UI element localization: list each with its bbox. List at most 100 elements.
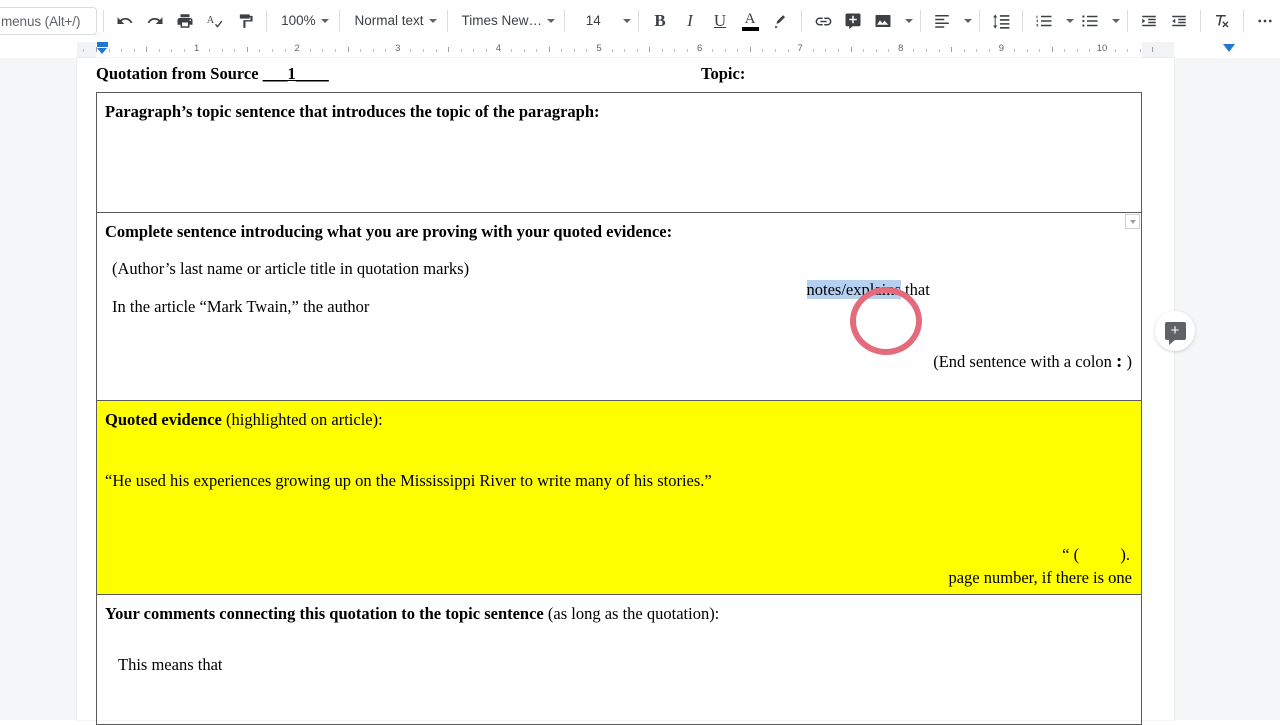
ruler[interactable]: 1 2 3 4 5 6 7 8 9 10 [0, 42, 1280, 58]
quoted-evidence-cell[interactable]: Quoted evidence (highlighted on article)… [96, 400, 1142, 595]
paint-format-button[interactable] [230, 6, 260, 36]
numbered-list-icon[interactable] [1029, 6, 1059, 36]
line-spacing-icon[interactable] [986, 6, 1016, 36]
intro-sentence-hint: (Author’s last name or article title in … [112, 259, 470, 279]
ruler-tick [787, 49, 789, 52]
more-options-icon[interactable] [1250, 6, 1280, 36]
quoted-evidence-heading: Quoted evidence (highlighted on article)… [105, 409, 1133, 430]
ruler-number: 7 [797, 43, 803, 54]
ruler-number: 3 [395, 43, 401, 54]
comments-heading-rest: (as long as the quotation): [543, 604, 720, 623]
ruler-tick [473, 49, 475, 52]
worksheet-table: Paragraph’s topic sentence that introduc… [96, 92, 1142, 725]
ruler-tick [158, 49, 160, 52]
selected-text[interactable]: notes/explains [806, 280, 901, 299]
add-comment-button[interactable]: + [1155, 311, 1195, 351]
intro-sentence-heading: Complete sentence introducing what you a… [105, 222, 673, 241]
font-family-value: Times New… [461, 13, 543, 29]
document-header-line: Quotation from Source ___1____ Topic: [96, 58, 1154, 90]
end-sentence-suffix: ) [1122, 352, 1133, 371]
comments-heading: Your comments connecting this quotation … [105, 603, 1133, 624]
text-color-button[interactable]: A [735, 6, 765, 36]
ruler-tick [1114, 49, 1116, 52]
toolbar-divider [1127, 10, 1128, 32]
toolbar-divider [638, 10, 639, 32]
ruler-number: 6 [696, 43, 703, 54]
table-cell-options-button[interactable] [1125, 214, 1140, 229]
ruler-tick [272, 49, 274, 52]
zoom-value: 100% [281, 13, 316, 29]
ruler-number: 9 [998, 43, 1005, 54]
ruler-tick [523, 49, 525, 52]
insert-image-icon[interactable] [868, 6, 898, 36]
ruler-tick [573, 49, 575, 52]
end-sentence-prefix: (End sentence with a colon [933, 352, 1117, 371]
ruler-tick [561, 49, 563, 52]
ruler-tick [850, 47, 852, 52]
ruler-tick [988, 49, 990, 52]
add-comment-icon[interactable] [838, 6, 868, 36]
ruler-tick [133, 49, 135, 52]
left-indent-marker[interactable] [97, 42, 108, 57]
right-indent-marker[interactable] [1223, 44, 1235, 52]
spell-check-button[interactable]: A [200, 6, 230, 36]
ruler-tick [636, 49, 638, 52]
redo-button[interactable] [140, 6, 170, 36]
decrease-indent-icon[interactable] [1134, 6, 1164, 36]
ruler-tick [938, 49, 940, 52]
intro-sentence-cell[interactable]: Complete sentence introducing what you a… [96, 212, 1142, 401]
zoom-select[interactable]: 100% [273, 7, 333, 35]
print-button[interactable] [170, 6, 200, 36]
ruler-number: 2 [294, 43, 300, 54]
ruler-tick [749, 47, 751, 52]
align-icon[interactable] [927, 6, 957, 36]
undo-button[interactable] [110, 6, 140, 36]
ruler-tick [322, 49, 324, 52]
ruler-tick [209, 49, 211, 52]
ruler-tick [775, 49, 777, 52]
search-menus-input[interactable]: menus (Alt+/) [0, 7, 98, 35]
chevron-down-icon [622, 19, 631, 23]
header-lead-text: Quotation from Source [96, 64, 263, 83]
document-page[interactable]: Quotation from Source ___1____ Topic: Pa… [77, 58, 1174, 725]
ruler-tick [951, 47, 953, 52]
header-topic-label: Topic: [701, 64, 746, 83]
font-family-select[interactable]: Times New… [454, 7, 558, 35]
increase-indent-icon[interactable] [1164, 6, 1194, 36]
ruler-tick [712, 49, 714, 52]
insert-link-icon[interactable] [808, 6, 838, 36]
chevron-down-icon [904, 19, 913, 23]
italic-label: I [687, 11, 693, 30]
ruler-tick [762, 49, 764, 52]
highlight-color-icon[interactable] [765, 6, 795, 36]
header-source-number: ___1____ [262, 64, 329, 83]
align-dropdown[interactable] [957, 6, 973, 36]
italic-button[interactable]: I [675, 6, 705, 36]
ruler-tick [863, 49, 865, 52]
topic-sentence-cell[interactable]: Paragraph’s topic sentence that introduc… [96, 92, 1142, 213]
font-size-select[interactable]: 14 [571, 7, 616, 35]
bold-button[interactable]: B [645, 6, 675, 36]
ruler-tick [485, 49, 487, 52]
ruler-tick [171, 49, 173, 52]
ruler-tick [724, 49, 726, 52]
ruler-tick [121, 49, 123, 52]
ruler-tick [1152, 47, 1154, 52]
ruler-tick [284, 49, 286, 52]
numbered-list-dropdown[interactable] [1059, 6, 1075, 36]
underline-button[interactable]: U [705, 6, 735, 36]
font-size-dropdown[interactable] [616, 6, 632, 36]
table-row: Complete sentence introducing what you a… [96, 212, 1142, 401]
clear-formatting-icon[interactable] [1207, 6, 1237, 36]
paragraph-style-select[interactable]: Normal text [346, 7, 440, 35]
comments-cell[interactable]: Your comments connecting this quotation … [96, 594, 1142, 725]
image-dropdown[interactable] [898, 6, 914, 36]
text-color-label: A [744, 11, 756, 27]
bulleted-list-dropdown[interactable] [1105, 6, 1121, 36]
ruler-tick [1139, 49, 1141, 52]
bulleted-list-icon[interactable] [1075, 6, 1105, 36]
citation-template: “ ( ). [1062, 545, 1130, 564]
ruler-tick [1051, 47, 1053, 52]
plus-icon: + [1170, 322, 1180, 339]
toolbar-divider [1243, 10, 1244, 32]
